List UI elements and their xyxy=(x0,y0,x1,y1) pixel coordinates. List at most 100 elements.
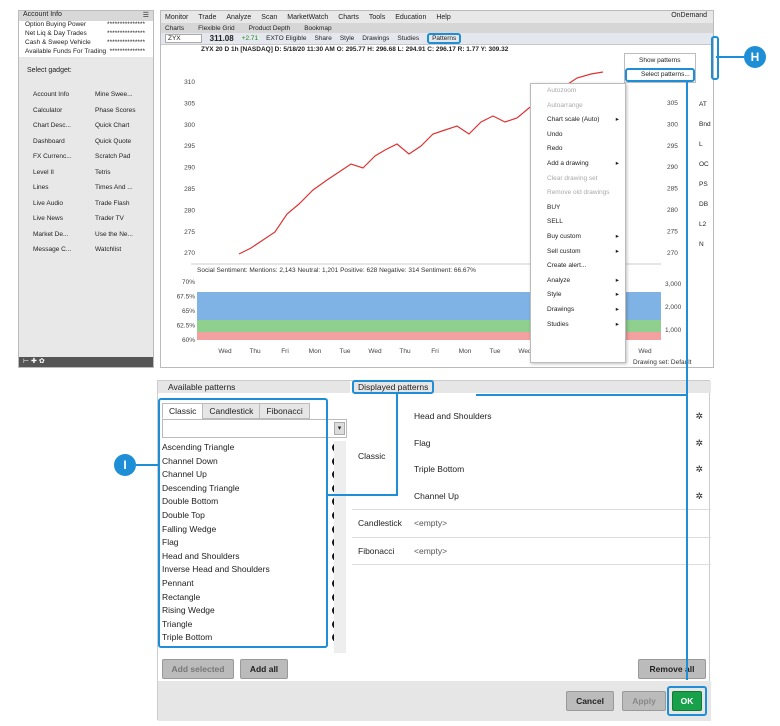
gadget-item[interactable]: Live News xyxy=(33,211,95,227)
gadget-item[interactable]: Tetris xyxy=(95,165,157,181)
menu-item[interactable]: MarketWatch xyxy=(287,14,328,21)
menu-item[interactable]: Trade xyxy=(198,14,216,21)
context-menu-item[interactable]: Add a drawing xyxy=(531,157,625,172)
select-gadget-label: Select gadget: xyxy=(27,67,72,74)
gadget-item[interactable]: Mine Swee... xyxy=(95,87,157,103)
gadget-item[interactable]: Level II xyxy=(33,165,95,181)
context-menu-item[interactable]: Clear drawing set xyxy=(531,172,625,187)
gadget-item[interactable]: Trader TV xyxy=(95,211,157,227)
gadget-item[interactable]: Quick Chart xyxy=(95,118,157,134)
gadget-item[interactable]: Use the Ne... xyxy=(95,227,157,243)
menu-item[interactable]: Scan xyxy=(261,14,277,21)
right-tab[interactable]: Bnd xyxy=(699,121,711,141)
context-menu-item[interactable]: Redo xyxy=(531,142,625,157)
displayed-pattern-item[interactable]: Head and Shoulders ✲ xyxy=(412,403,711,430)
context-menu-item[interactable]: Sell custom xyxy=(531,245,625,260)
context-menu-item[interactable]: BUY xyxy=(531,201,625,216)
gear-icon[interactable]: ✲ xyxy=(695,403,703,430)
context-menu-item[interactable]: Analyze xyxy=(531,274,625,289)
right-tab[interactable]: PS xyxy=(699,181,711,201)
context-menu-item[interactable]: Undo xyxy=(531,128,625,143)
cancel-button[interactable]: Cancel xyxy=(566,691,614,711)
patterns-button[interactable]: Patterns xyxy=(427,33,462,44)
toolbar-studies[interactable]: Studies xyxy=(397,35,419,42)
add-selected-button[interactable]: Add selected xyxy=(162,659,234,679)
chart-subtab[interactable]: Charts xyxy=(165,25,184,32)
callout-i: I xyxy=(114,454,136,476)
gadget-item[interactable]: Dashboard xyxy=(33,134,95,150)
gadget-item[interactable]: Scratch Pad xyxy=(95,149,157,165)
gear-icon[interactable]: ✲ xyxy=(695,456,703,483)
displayed-pattern-item[interactable]: <empty> xyxy=(412,510,711,537)
menu-item[interactable]: Education xyxy=(395,14,426,21)
time-tick-label: Wed xyxy=(218,348,232,355)
select-patterns-item[interactable]: Select patterns... xyxy=(625,68,695,82)
context-menu-item[interactable]: Style xyxy=(531,288,625,303)
volume-tick-label: 3,000 xyxy=(665,281,682,288)
gadget-item[interactable]: Live Audio xyxy=(33,196,95,212)
remove-all-button[interactable]: Remove all xyxy=(638,659,706,679)
displayed-pattern-item[interactable]: Triple Bottom ✲ xyxy=(412,456,711,483)
displayed-pattern-item[interactable]: <empty> xyxy=(412,538,711,565)
right-tab[interactable]: AT xyxy=(699,101,711,121)
context-menu-item[interactable]: Chart scale (Auto) xyxy=(531,113,625,128)
toolbar-drawings[interactable]: Drawings xyxy=(362,35,389,42)
connector-i-up xyxy=(396,394,398,496)
symbol-input[interactable]: ZYX xyxy=(165,34,202,43)
gear-icon[interactable]: ✲ xyxy=(695,430,703,457)
context-menu-item[interactable]: Buy custom xyxy=(531,230,625,245)
context-menu-item[interactable]: Autozoom xyxy=(531,84,625,99)
displayed-pattern-item[interactable]: Channel Up ✲ xyxy=(412,483,711,510)
menu-item[interactable]: Charts xyxy=(338,14,359,21)
toolbar-style[interactable]: Style xyxy=(340,35,354,42)
panel-footer[interactable]: ⊢ ✚ ✿ xyxy=(19,357,153,367)
context-menu-item[interactable]: Remove old drawings xyxy=(531,186,625,201)
displayed-pattern-item[interactable]: Flag ✲ xyxy=(412,430,711,457)
right-tab[interactable]: DB xyxy=(699,201,711,221)
context-menu-item[interactable]: Autoarrange xyxy=(531,99,625,114)
menu-item[interactable]: Tools xyxy=(369,14,385,21)
gadget-item[interactable]: Chart Desc... xyxy=(33,118,95,134)
chart-subtab[interactable]: Product Depth xyxy=(249,25,291,32)
price-chart[interactable]: 310 305 300 295 290 285 280 275 270 305 300 295 290 2… xyxy=(161,64,715,369)
ondemand-button[interactable]: OnDemand xyxy=(671,12,707,19)
menu-item[interactable]: Help xyxy=(436,14,450,21)
context-menu-item[interactable]: Create alert... xyxy=(531,259,625,274)
gadget-item[interactable]: Message C... xyxy=(33,242,95,258)
gadget-item[interactable]: Lines xyxy=(33,180,95,196)
gadget-item[interactable]: Trade Flash xyxy=(95,196,157,212)
price-tick-label: 295 xyxy=(184,143,195,150)
account-row: Net Liq & Day Trades *************** xyxy=(19,30,153,39)
right-tab[interactable]: OC xyxy=(699,161,711,181)
gadget-item[interactable]: Calculator xyxy=(33,103,95,119)
account-info-header[interactable]: Account Info ☰ xyxy=(19,11,153,21)
context-menu-item[interactable]: Drawings xyxy=(531,303,625,318)
menu-icon[interactable]: ☰ xyxy=(143,11,149,21)
gear-icon[interactable]: ✲ xyxy=(695,483,703,510)
gadget-item[interactable]: Account Info xyxy=(33,87,95,103)
chart-subtab[interactable]: Flexible Grid xyxy=(198,25,234,32)
menu-item[interactable]: Analyze xyxy=(226,14,251,21)
gadget-item[interactable]: Watchlist xyxy=(95,242,157,258)
right-tab[interactable]: N xyxy=(699,241,711,261)
toolbar-exto[interactable]: EXTO Eligible xyxy=(266,35,306,42)
dropdown-icon[interactable]: ▾ xyxy=(334,422,345,435)
time-tick-label: Wed xyxy=(638,348,652,355)
show-patterns-item[interactable]: Show patterns xyxy=(625,54,695,68)
chart-subtab[interactable]: Bookmap xyxy=(304,25,331,32)
gadget-item[interactable]: Quick Quote xyxy=(95,134,157,150)
apply-button[interactable]: Apply xyxy=(622,691,666,711)
add-all-button[interactable]: Add all xyxy=(240,659,288,679)
gadget-item[interactable]: Phase Scores xyxy=(95,103,157,119)
price-tick-label-right: 275 xyxy=(667,228,678,235)
context-menu-item[interactable]: SELL xyxy=(531,215,625,230)
right-tab[interactable]: L xyxy=(699,141,711,161)
right-tab[interactable]: L2 xyxy=(699,221,711,241)
menu-item[interactable]: Monitor xyxy=(165,14,188,21)
gadget-item[interactable]: Market De... xyxy=(33,227,95,243)
gadget-item[interactable]: FX Currenc... xyxy=(33,149,95,165)
context-menu-item[interactable]: Studies xyxy=(531,318,625,333)
pattern-list-scrollbar[interactable] xyxy=(334,441,346,653)
gadget-item[interactable]: Times And ... xyxy=(95,180,157,196)
toolbar-share[interactable]: Share xyxy=(314,35,331,42)
